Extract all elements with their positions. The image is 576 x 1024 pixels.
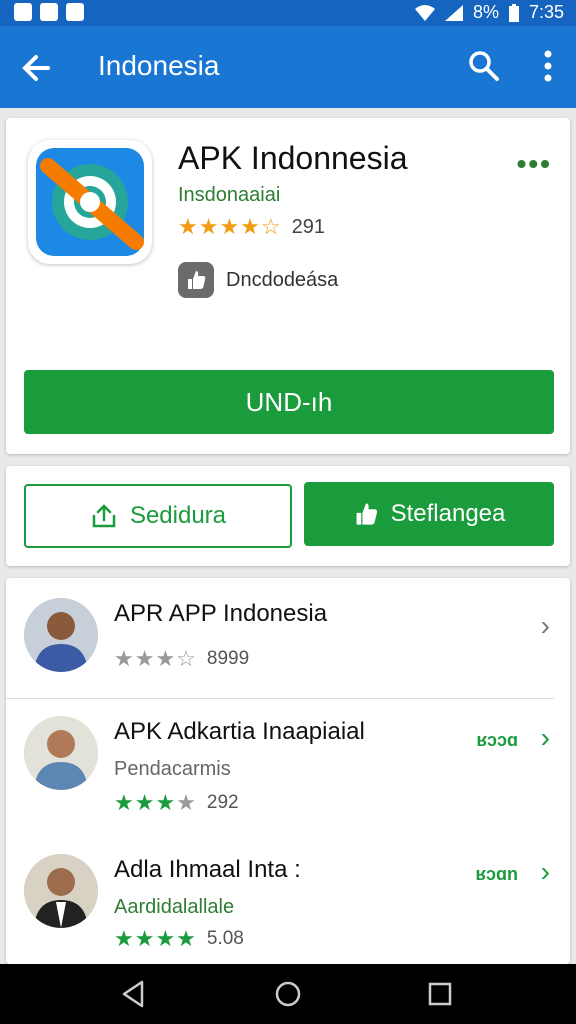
recents-icon[interactable] [422,976,458,1012]
chevron-right-icon: › [540,722,550,753]
list-item[interactable]: APK Adkartia Inaapiaial Pendacarmis ★★★★… [6,708,570,828]
status-bar: 8% 7:35 [0,0,576,26]
star-rating-icon: ★★★★ [114,790,197,815]
list-item-rating: ★★★★ 5.08 [114,926,244,952]
list-item-badge: ʁɔɔɑ [476,730,518,750]
list-item-badge: ʁɔɑn [475,864,518,884]
rating-count: 5.08 [206,928,244,949]
notification-icon [14,3,32,21]
avatar [24,716,98,790]
chevron-right-icon: › [540,856,550,887]
app-rating: ★★★★☆ 291 [178,214,325,240]
list-item[interactable]: APR APP Indonesia ★★★☆ 8999 › [6,590,570,699]
star-rating-icon: ★★★☆ [114,646,197,671]
list-item-title: Adla Ihmaal Inta : [114,856,301,883]
clock: 7:35 [528,2,564,22]
rating-count: 292 [206,792,239,813]
rating-count: 8999 [206,648,250,669]
secondary-action-button[interactable]: Sedidura [24,484,292,548]
content-rating: Dncdodeása [178,262,338,298]
list-item-title: APK Adkartia Inaapiaial [114,718,365,745]
list-item-title: APR APP Indonesia [114,600,328,627]
notification-icon [66,3,84,21]
battery-percent: 8% [472,2,499,22]
battery-icon [508,3,519,22]
search-icon[interactable] [466,48,502,84]
list-item[interactable]: Adla Ihmaal Inta : Aardidalallale ★★★★ 5… [6,846,570,966]
app-header-card: APK Indonnesia Insdonaaiai ★★★★☆ 291 •••… [6,118,570,454]
secondary-action-label: Sedidura [129,502,227,529]
related-apps-list: APR APP Indonesia ★★★☆ 8999 › APK Adkart… [6,578,570,964]
page-title: Indonesia [98,50,220,81]
primary-action-button[interactable]: Steflangea [304,482,554,546]
app-title: APK Indonnesia [178,140,408,176]
thumbs-up-icon [356,503,377,525]
thumbs-up-icon [178,262,214,298]
chevron-right-icon: › [540,610,550,641]
list-item-rating: ★★★★ 292 [114,790,239,816]
app-developer[interactable]: Insdonaaiai [178,184,280,207]
install-button[interactable]: UND-ıh [24,370,554,434]
action-buttons-card: Sedidura Steflangea [6,466,570,566]
share-icon [92,504,116,528]
back-arrow-icon[interactable] [18,48,58,88]
primary-action-label: Steflangea [390,500,506,527]
divider [6,698,554,699]
star-rating-icon: ★★★★☆ [178,214,282,239]
app-bar: Indonesia [0,26,576,108]
avatar [24,598,98,672]
list-item-rating: ★★★☆ 8999 [114,646,249,672]
overflow-menu-icon[interactable] [538,48,558,84]
back-icon[interactable] [116,976,152,1012]
content-rating-label: Dncdodeása [226,268,339,291]
avatar [24,854,98,928]
more-options-icon[interactable]: ••• [517,148,552,180]
list-item-subtitle: Pendacarmis [114,758,231,780]
wifi-icon [414,4,435,21]
list-item-subtitle: Aardidalallale [114,896,235,918]
system-nav-bar [0,964,576,1024]
rating-count: 291 [291,215,325,238]
home-icon[interactable] [270,976,306,1012]
signal-icon [444,4,463,21]
app-icon [28,140,152,264]
notification-icon [40,3,58,21]
star-rating-icon: ★★★★ [114,926,197,951]
